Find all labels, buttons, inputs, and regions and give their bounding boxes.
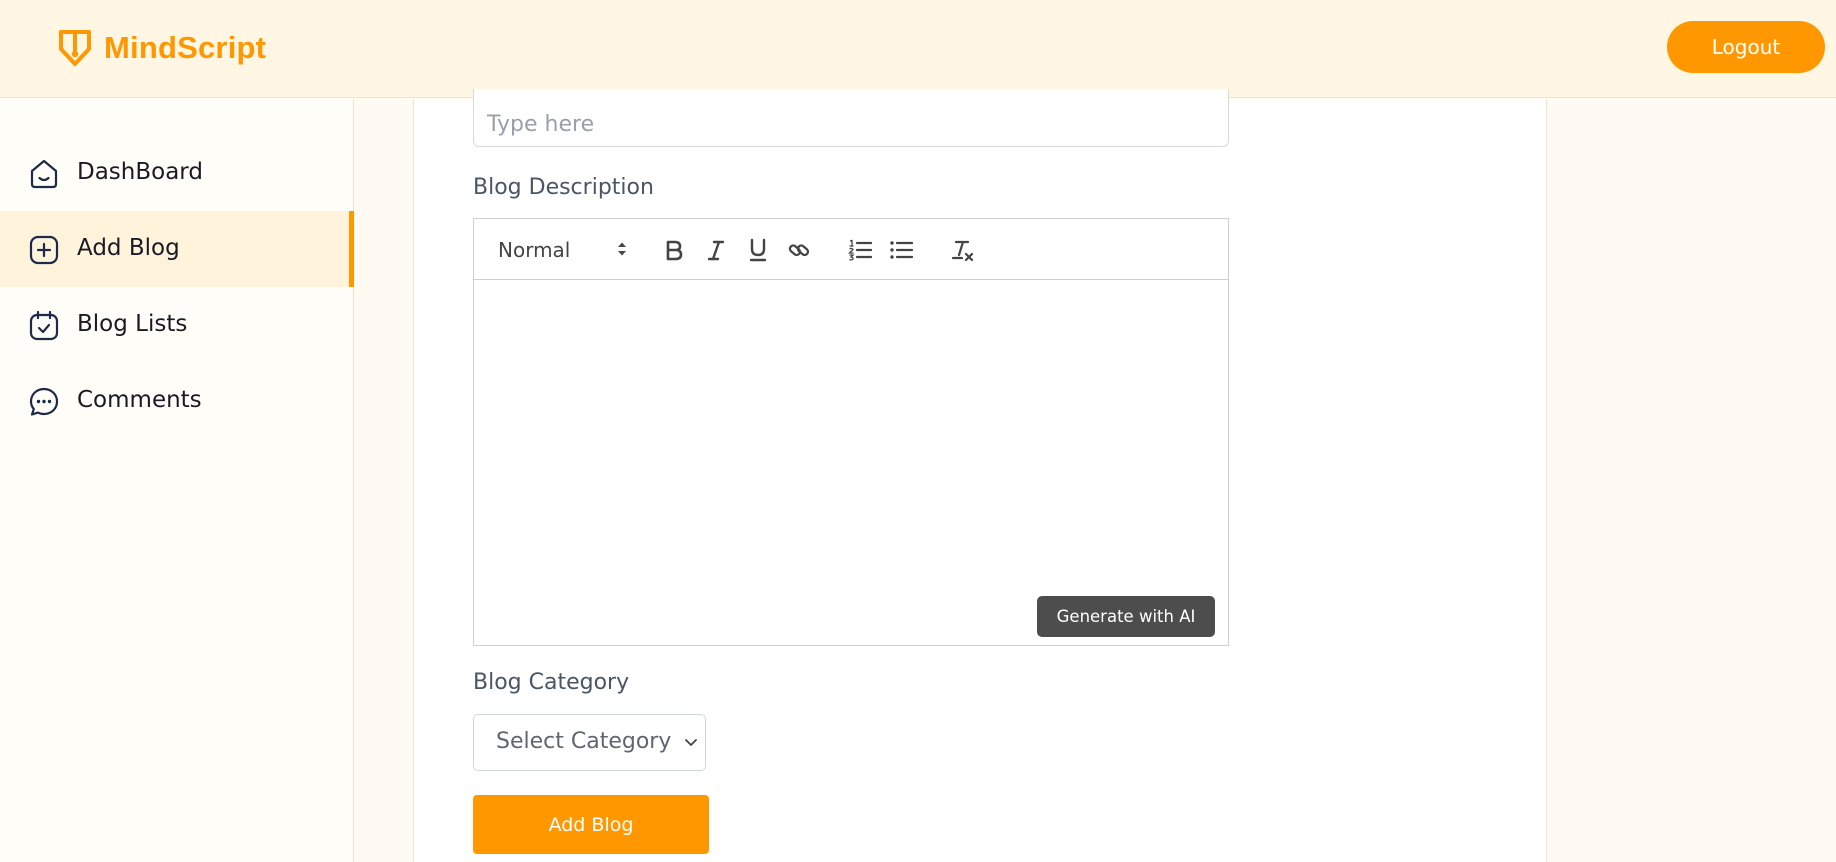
brand-name: MindScript [104, 30, 267, 65]
italic-button[interactable] [703, 237, 729, 263]
pen-nib-icon [59, 30, 91, 66]
brand-logo[interactable]: MindScript [56, 28, 266, 68]
sidebar-item-label: Blog Lists [77, 311, 188, 337]
clear-format-button[interactable] [950, 237, 976, 263]
sidebar-item-label: Add Blog [77, 235, 180, 261]
sidebar-item-add-blog[interactable]: Add Blog [0, 211, 354, 287]
bullet-list-button[interactable] [888, 237, 914, 263]
editor-toolbar: Normal [474, 219, 1228, 280]
generate-ai-button[interactable]: Generate with AI [1037, 596, 1215, 637]
blog-category-label: Blog Category [473, 670, 630, 695]
sidebar-item-label: DashBoard [77, 159, 203, 185]
bold-button[interactable] [661, 237, 687, 263]
logout-button[interactable]: Logout [1667, 21, 1825, 73]
sidebar-item-blog-lists[interactable]: Blog Lists [0, 287, 354, 363]
calendar-check-icon [28, 310, 60, 342]
updown-arrows-icon [618, 242, 626, 256]
rich-text-editor: Normal Generate with AI [473, 218, 1229, 646]
bold-icon [666, 240, 683, 261]
add-blog-button[interactable]: Add Blog [473, 795, 709, 854]
sidebar-item-dashboard[interactable]: DashBoard [0, 135, 354, 211]
editor-content-area[interactable] [474, 281, 1228, 645]
link-button[interactable] [786, 237, 812, 263]
chevron-down-icon [685, 739, 697, 746]
ordered-list-button[interactable] [847, 237, 873, 263]
category-select[interactable]: Select Category [473, 714, 706, 771]
link-icon [788, 244, 810, 257]
clear-format-icon [951, 240, 974, 262]
sidebar: DashBoard Add Blog Blog Lists Comments [0, 99, 354, 862]
add-square-icon [28, 234, 60, 266]
underline-button[interactable] [745, 237, 771, 263]
chat-bubble-icon [28, 386, 60, 418]
underline-icon [749, 238, 767, 262]
home-icon [28, 158, 60, 190]
top-header: MindScript Logout [0, 0, 1836, 98]
sidebar-item-comments[interactable]: Comments [0, 363, 354, 439]
category-selected-value: Select Category [496, 729, 672, 754]
bullet-list-icon [890, 241, 913, 259]
text-size-label: Normal [498, 238, 571, 262]
italic-icon [707, 240, 725, 261]
blog-title-input[interactable] [473, 89, 1229, 147]
text-size-dropdown[interactable]: Normal [498, 236, 628, 264]
ordered-list-icon [848, 239, 872, 261]
blog-description-label: Blog Description [473, 175, 654, 200]
sidebar-item-label: Comments [77, 387, 202, 413]
